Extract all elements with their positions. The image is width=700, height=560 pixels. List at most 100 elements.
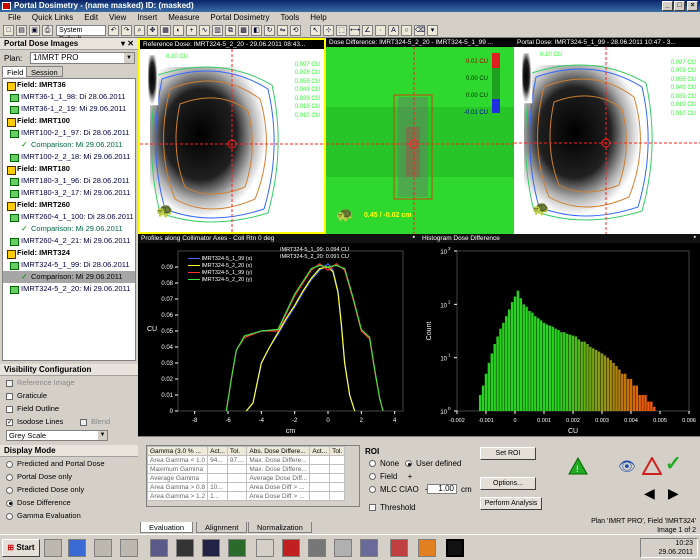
taskbar-app-icon[interactable] bbox=[120, 539, 138, 557]
colormap-select[interactable]: Grey Scale ▼ bbox=[6, 430, 108, 441]
taskbar-app-icon[interactable] bbox=[176, 539, 194, 557]
region-icon[interactable]: ⬚ bbox=[336, 25, 347, 36]
taskbar-app-icon[interactable] bbox=[44, 539, 62, 557]
set-roi-button[interactable]: Set ROI bbox=[480, 447, 536, 460]
profiles-view[interactable]: Profiles along Collimator Axes - Coll Rt… bbox=[138, 234, 419, 436]
radio-gamma-evaluation[interactable]: Gamma Evaluation bbox=[0, 509, 138, 522]
start-button[interactable]: ⊞ Start bbox=[2, 539, 40, 557]
tab-normalization[interactable]: Normalization bbox=[248, 522, 312, 533]
maximize-button[interactable]: □ bbox=[674, 1, 685, 11]
save-icon[interactable]: ▣ bbox=[29, 25, 40, 36]
tree-image-node[interactable]: IMRT260-4_2_21: Mi 29.06.2011 bbox=[3, 235, 135, 247]
layout-icon[interactable]: ▥ bbox=[212, 25, 223, 36]
table-header[interactable]: Tol. bbox=[226, 446, 248, 456]
dropdown-icon[interactable]: ▾ bbox=[427, 25, 438, 36]
taskbar-app-icon[interactable] bbox=[418, 539, 436, 557]
table-header[interactable]: Act... bbox=[309, 446, 331, 456]
minimize-button[interactable]: _ bbox=[662, 1, 673, 11]
options-button[interactable]: Options... bbox=[480, 477, 536, 490]
view-eye-icon[interactable]: 👁 bbox=[618, 457, 640, 475]
taskbar-app-icon[interactable] bbox=[256, 539, 274, 557]
roi-user-defined-radio[interactable]: User defined bbox=[405, 459, 461, 468]
color-icon[interactable]: ◧ bbox=[251, 25, 262, 36]
mlc-margin-input[interactable]: 1.00 bbox=[427, 484, 457, 494]
taskbar-app-icon[interactable] bbox=[308, 539, 326, 557]
approve-check-icon[interactable]: ✓ bbox=[665, 453, 687, 475]
crosshair-icon[interactable]: + bbox=[186, 25, 197, 36]
tree-field-node[interactable]: Field: IMRT180 bbox=[3, 163, 135, 175]
reset-icon[interactable]: ⟲ bbox=[290, 25, 301, 36]
tree-image-node[interactable]: IMRT36-1_1_98: Di 28.06.2011 bbox=[3, 91, 135, 103]
open-icon[interactable]: ▤ bbox=[16, 25, 27, 36]
plan-select[interactable]: 1/IMRT PRO ▼ bbox=[30, 52, 135, 64]
menu-edit[interactable]: Edit bbox=[84, 13, 98, 22]
taskbar-app-icon[interactable] bbox=[282, 539, 300, 557]
tab-session[interactable]: Session bbox=[26, 66, 63, 77]
tree-comparison-node[interactable]: Comparison: Mi 29.06.2011 bbox=[3, 139, 135, 151]
window-level-icon[interactable]: ◐ bbox=[173, 25, 184, 36]
select-icon[interactable]: ⊹ bbox=[323, 25, 334, 36]
close-button[interactable]: × bbox=[687, 1, 698, 11]
eraser-icon[interactable]: ⌫ bbox=[414, 25, 425, 36]
table-header[interactable]: Act... bbox=[207, 446, 228, 456]
point-icon[interactable]: · bbox=[375, 25, 386, 36]
roi-field-radio[interactable]: Field + bbox=[369, 472, 412, 481]
tree-image-node[interactable]: IMRT324-5_2_20: Mi 29.06.2011 bbox=[3, 283, 135, 295]
text-icon[interactable]: A bbox=[388, 25, 399, 36]
taskbar-app-icon[interactable] bbox=[94, 539, 112, 557]
menu-insert[interactable]: Insert bbox=[137, 13, 157, 22]
radio-portal-only[interactable]: Portal Dose only bbox=[0, 470, 138, 483]
tree-field-node[interactable]: Field: IMRT36 bbox=[3, 79, 135, 91]
table-header[interactable]: Gamma (3.0 % ... bbox=[147, 446, 209, 456]
taskbar-app-icon-active[interactable] bbox=[446, 539, 464, 557]
reference-dose-view[interactable]: Reference Dose: IMRT324-5_2_20 - 29.06.2… bbox=[138, 38, 326, 234]
roi-mlc-radio[interactable]: MLC CIAO + bbox=[369, 485, 430, 494]
new-icon[interactable]: □ bbox=[3, 25, 14, 36]
print-icon[interactable]: ⎙ bbox=[42, 25, 53, 36]
portal-dose-view[interactable]: Portal Dose: IMRT324-5_1_99 - 28.06.2011… bbox=[514, 38, 700, 234]
tree-field-node[interactable]: Field: IMRT100 bbox=[3, 115, 135, 127]
ruler-icon[interactable]: ⟷ bbox=[349, 25, 360, 36]
taskbar-app-icon[interactable] bbox=[334, 539, 352, 557]
tab-evaluation[interactable]: Evaluation bbox=[140, 522, 194, 533]
redo-icon[interactable]: ↷ bbox=[121, 25, 132, 36]
tree-image-node[interactable]: IMRT36-1_2_19: Mi 29.06.2011 bbox=[3, 103, 135, 115]
threshold-checkbox[interactable]: Threshold bbox=[369, 503, 416, 512]
menu-measure[interactable]: Measure bbox=[168, 13, 199, 22]
angle-icon[interactable]: ∠ bbox=[362, 25, 373, 36]
tree-comparison-node[interactable]: Comparison: Mi 29.06.2011 bbox=[3, 223, 135, 235]
blend-checkbox[interactable]: Blend bbox=[80, 415, 110, 428]
prev-image-icon[interactable]: ◀ bbox=[644, 485, 655, 502]
tree-image-node[interactable]: IMRT260-4_1_100: Di 28.06.2011 bbox=[3, 211, 135, 223]
taskbar-app-icon[interactable] bbox=[150, 539, 168, 557]
pointer-icon[interactable]: ↖ bbox=[310, 25, 321, 36]
flip-icon[interactable]: ⇋ bbox=[277, 25, 288, 36]
maximize-icon[interactable]: ▪ bbox=[694, 234, 696, 241]
reference-image-checkbox[interactable]: Reference Image bbox=[0, 376, 138, 389]
tree-image-node[interactable]: IMRT324-5_1_99: Di 28.06.2011 bbox=[3, 259, 135, 271]
histogram-view[interactable]: Histogram Dose Difference ▪ 10 0 10 1 10 2 10 3… bbox=[419, 234, 700, 436]
tree-image-node[interactable]: IMRT180-3_1_96: Di 28.06.2011 bbox=[3, 175, 135, 187]
next-image-icon[interactable]: ▶ bbox=[668, 485, 679, 502]
radio-dose-difference[interactable]: Dose Difference bbox=[0, 496, 138, 509]
taskbar-app-icon[interactable] bbox=[228, 539, 246, 557]
menu-view[interactable]: View bbox=[109, 13, 126, 22]
tree-comparison-node[interactable]: Comparison: Mi 29.06.2011 bbox=[3, 271, 135, 283]
tree-image-node[interactable]: IMRT100-2_1_97: Di 28.06.2011 bbox=[3, 127, 135, 139]
zoom-icon[interactable]: ⌕ bbox=[134, 25, 145, 36]
tree-image-node[interactable]: IMRT180-3_2_17: Mi 29.06.2011 bbox=[3, 187, 135, 199]
tree-image-node[interactable]: IMRT100-2_2_18: Mi 29.06.2011 bbox=[3, 151, 135, 163]
radio-predicted-and-portal[interactable]: Predicted and Portal Dose bbox=[0, 457, 138, 470]
menu-tools[interactable]: Tools bbox=[281, 13, 300, 22]
taskbar-app-icon[interactable] bbox=[68, 539, 86, 557]
profile-icon[interactable]: ∿ bbox=[199, 25, 210, 36]
radio-predicted-only[interactable]: Predicted Dose only bbox=[0, 483, 138, 496]
menu-portal-dosimetry[interactable]: Portal Dosimetry bbox=[210, 13, 269, 22]
perform-analysis-button[interactable]: Perform Analysis bbox=[480, 497, 542, 510]
table-header[interactable]: Tol. bbox=[329, 446, 346, 456]
graticule-checkbox[interactable]: Graticule bbox=[0, 389, 138, 402]
grid-icon[interactable]: ▦ bbox=[160, 25, 171, 36]
table-header[interactable]: Abs. Dose Differe... bbox=[246, 446, 311, 456]
compare-icon[interactable]: ⧉ bbox=[225, 25, 236, 36]
menu-file[interactable]: File bbox=[8, 13, 21, 22]
